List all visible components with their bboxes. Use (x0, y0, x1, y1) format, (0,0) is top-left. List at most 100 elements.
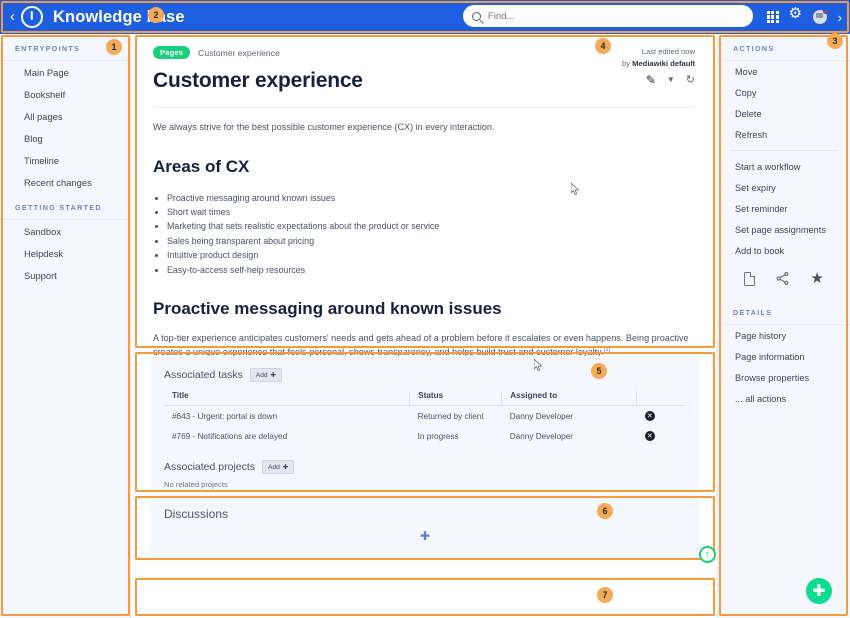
action-add-to-book[interactable]: Add to book (718, 240, 850, 261)
annotation-badge-5: 5 (591, 363, 607, 379)
action-set-page-assignments[interactable]: Set page assignments (718, 219, 850, 240)
detail-page-history[interactable]: Page history (718, 325, 850, 346)
section-heading-areas-of-cx: Areas of CX (153, 156, 250, 176)
last-edited-text: Last edited now (641, 47, 695, 56)
action-start-a-workflow[interactable]: Start a workflow (718, 156, 850, 177)
action-refresh[interactable]: Refresh (718, 124, 850, 145)
sidebar-item-bookshelf[interactable]: Bookshelf (0, 83, 130, 105)
footnote-marker[interactable]: [1] (604, 347, 611, 353)
list-item: Intuitive product design (167, 248, 695, 262)
star-icon[interactable]: ★ (810, 271, 823, 286)
task-assignee: Danny Developer (509, 411, 574, 421)
table-row[interactable]: #643 - Urgent: portal is down Returned b… (164, 406, 686, 427)
action-move[interactable]: Move (718, 61, 850, 82)
divider (153, 107, 695, 108)
back-icon[interactable]: ‹ (8, 9, 21, 26)
associated-projects-header: Associated projects Add ✚ (151, 446, 699, 474)
gear-icon[interactable] (789, 6, 802, 23)
annotation-badge-4: 4 (595, 38, 611, 54)
footer: Privacy policy About Bluespice WIKI Disc… (151, 608, 699, 618)
scroll-to-top-button[interactable]: ↑ (699, 546, 716, 563)
detail-page-information[interactable]: Page information (718, 346, 850, 367)
column-header-assigned-to: Assigned to (501, 391, 638, 406)
search-box[interactable] (463, 5, 753, 27)
left-sidebar: ENTRYPOINTS Main Page Bookshelf All page… (0, 34, 131, 618)
add-task-button[interactable]: Add ✚ (249, 368, 283, 382)
share-icon[interactable] (775, 271, 790, 286)
floating-add-button[interactable]: ✚ (806, 578, 832, 604)
sidebar-item-all-pages[interactable]: All pages (0, 105, 130, 127)
discussions-panel: Discussions ✚ (151, 498, 699, 560)
page-meta: Last edited now by Mediawiki default (622, 46, 695, 70)
topbar-icons: › (766, 0, 842, 34)
action-set-expiry[interactable]: Set expiry (718, 177, 850, 198)
action-copy[interactable]: Copy (718, 82, 850, 103)
app-title: Knowledge base (53, 7, 185, 26)
projects-empty-text: No related projects (164, 480, 228, 489)
avatar[interactable] (812, 9, 828, 24)
mouse-cursor (571, 183, 580, 196)
add-project-button[interactable]: Add ✚ (262, 460, 295, 474)
page-edit-controls: ✎ ▼ ↻ (646, 74, 695, 86)
column-header-status: Status (409, 391, 503, 406)
remove-icon[interactable]: ✕ (644, 431, 655, 441)
right-actions-panel: ACTIONS Move Copy Delete Refresh Start a… (717, 34, 850, 618)
apps-grid-icon[interactable] (766, 11, 779, 23)
action-icon-row: ★ (718, 261, 850, 298)
mouse-cursor (534, 359, 543, 372)
pencil-icon[interactable]: ✎ (646, 74, 656, 86)
list-item: Easy-to-access self-help resources (167, 263, 695, 277)
sidebar-item-sandbox[interactable]: Sandbox (0, 220, 130, 242)
annotation-badge-2: 2 (148, 7, 164, 23)
action-delete[interactable]: Delete (718, 103, 850, 124)
add-discussion-button[interactable]: ✚ (151, 521, 699, 543)
section-heading-proactive-messaging: Proactive messaging around known issues (153, 299, 502, 319)
cx-bullet-list: Proactive messaging around known issues … (167, 191, 695, 278)
projects-panel-title: Associated projects (164, 461, 256, 473)
task-remove-cell: ✕ (637, 406, 686, 427)
task-assignee: Danny Developer (509, 431, 574, 441)
tasks-table: Title Status Assigned to #643 - Urgent: … (164, 391, 686, 446)
task-status: Returned by client (417, 411, 484, 421)
breadcrumb: Pages Customer experience (153, 46, 695, 59)
page-icon[interactable] (744, 271, 756, 286)
last-editor-name: Mediawiki default (632, 58, 695, 68)
namespace-pill[interactable]: Pages (153, 46, 191, 59)
sidebar-item-helpdesk[interactable]: Helpdesk (0, 242, 130, 264)
annotation-badge-6: 6 (597, 503, 613, 519)
tasks-panel-header: Associated tasks Add ✚ (151, 356, 699, 382)
app-root: ‹ Knowledge base › ENTRYPOINTS Main Page… (0, 0, 850, 618)
tasks-panel-title: Associated tasks (164, 369, 243, 381)
refresh-icon[interactable]: ↻ (686, 74, 695, 86)
detail-all-actions[interactable]: ... all actions (718, 388, 850, 409)
details-header: DETAILS (733, 308, 773, 317)
chevron-down-icon[interactable]: ▼ (667, 76, 675, 84)
annotation-badge-3: 3 (827, 33, 843, 49)
list-item: Sales being transparent about pricing (167, 234, 695, 248)
sidebar-item-recent-changes[interactable]: Recent changes (0, 171, 130, 193)
sidebar-item-support[interactable]: Support (0, 264, 130, 286)
task-remove-cell: ✕ (637, 426, 686, 446)
remove-icon[interactable]: ✕ (644, 411, 655, 421)
sidebar-item-main-page[interactable]: Main Page (0, 61, 130, 83)
discussions-title: Discussions (164, 507, 229, 521)
annotation-badge-1: 1 (106, 39, 122, 55)
breadcrumb-label: Customer experience (198, 47, 280, 58)
list-item: Proactive messaging around known issues (167, 191, 695, 205)
search-icon (472, 11, 481, 21)
table-header-row: Title Status Assigned to (164, 391, 686, 406)
top-bar: ‹ Knowledge base › (0, 0, 850, 34)
chevron-right-icon[interactable]: › (838, 11, 842, 24)
search-input[interactable] (488, 10, 718, 22)
action-set-reminder[interactable]: Set reminder (718, 198, 850, 219)
detail-browse-properties[interactable]: Browse properties (718, 367, 850, 388)
plus-icon: ✚ (270, 372, 277, 379)
list-item: Marketing that sets realistic expectatio… (167, 219, 695, 233)
sidebar-item-blog[interactable]: Blog (0, 127, 130, 149)
table-row[interactable]: #769 - Notifications are delayed In prog… (164, 426, 686, 446)
sidebar-item-timeline[interactable]: Timeline (0, 149, 130, 171)
bluespice-logo-icon[interactable] (21, 6, 43, 28)
plus-icon: ✚ (282, 464, 289, 471)
page-title: Customer experience (153, 69, 363, 92)
notification-dot (822, 9, 828, 14)
